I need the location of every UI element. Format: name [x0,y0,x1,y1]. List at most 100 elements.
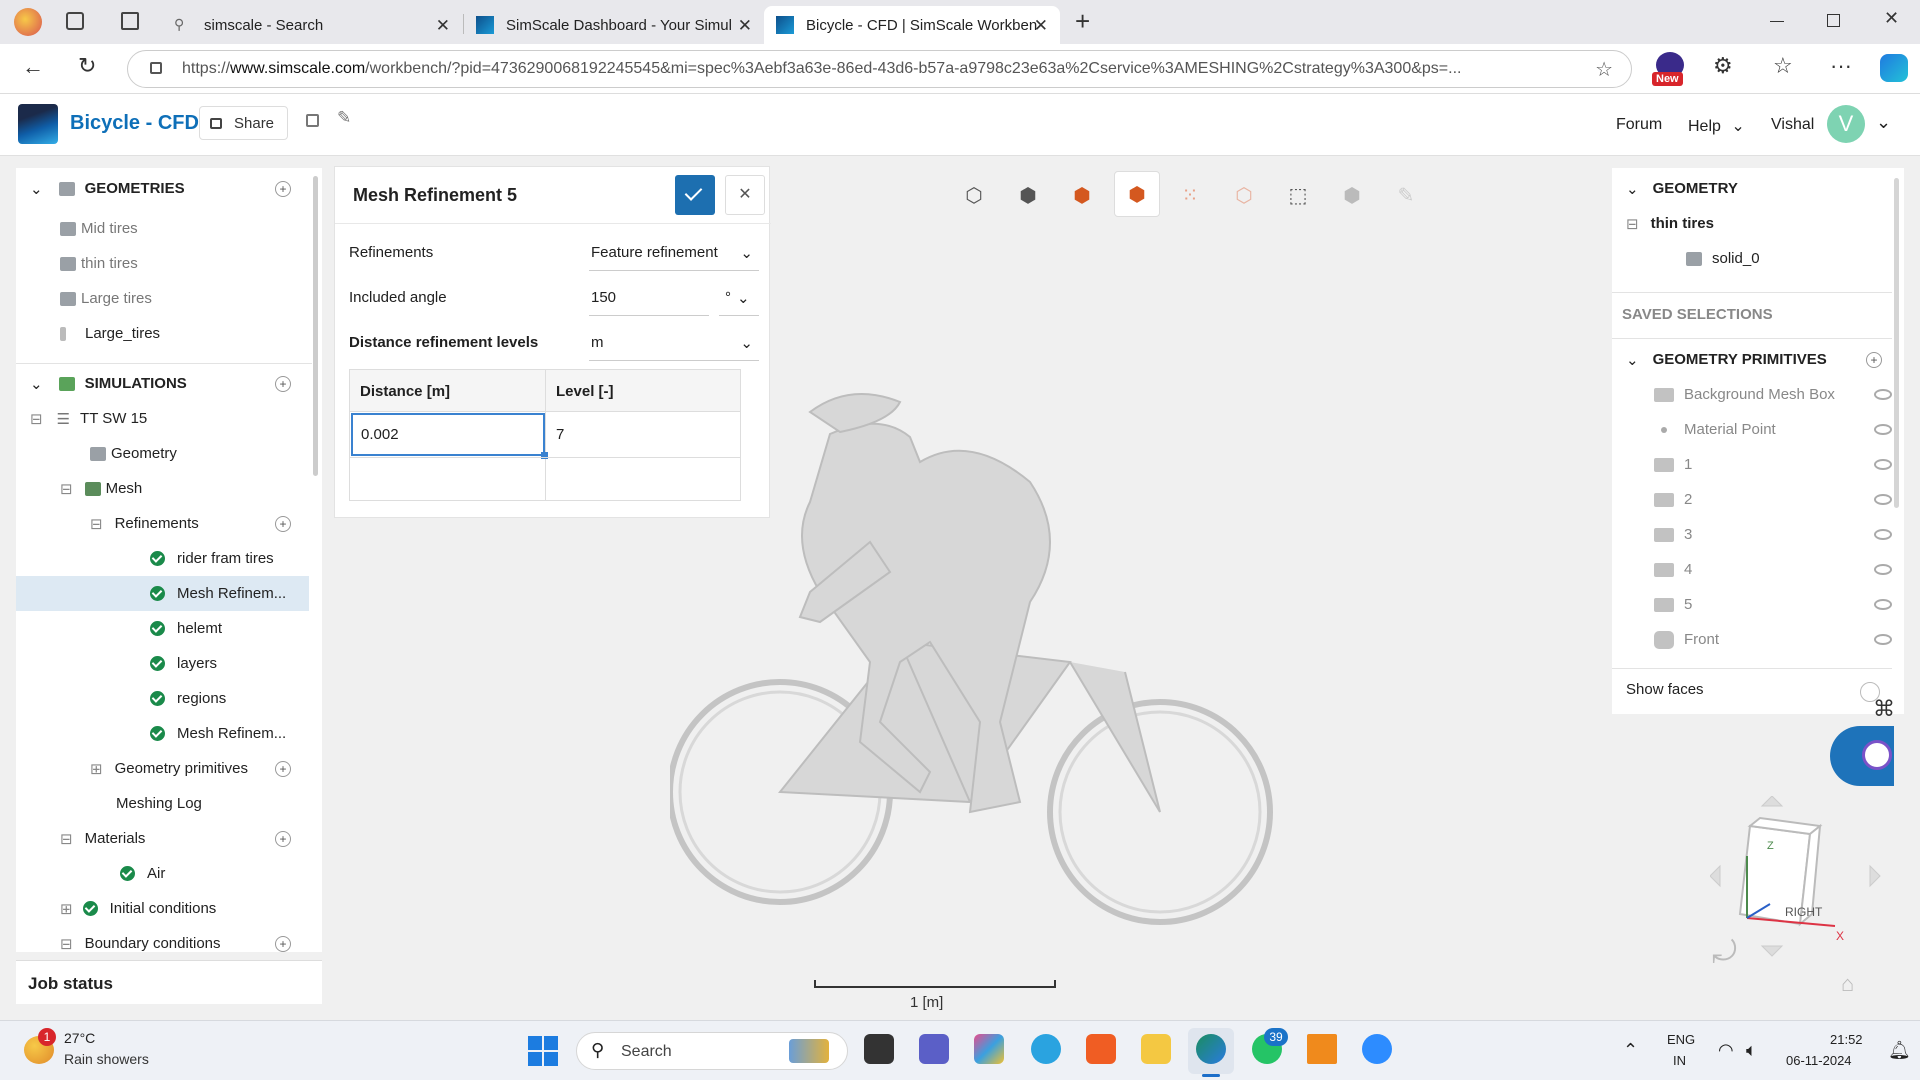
tree-item-mesh[interactable]: ⊟ Mesh [60,471,142,506]
tree-scrollbar[interactable] [313,176,318,476]
tree-item-boundary-conditions[interactable]: ⊟ Boundary conditions [60,926,221,952]
copilot-app-icon[interactable] [974,1034,1004,1064]
home-view-icon[interactable]: ⌂ [1841,971,1854,997]
tree-item-geometry[interactable]: Large tires [60,281,152,316]
minimize-icon[interactable] [1770,21,1784,22]
add-material-button[interactable]: + [275,831,291,847]
wireframe-view-icon[interactable]: ⬡ [1226,177,1262,213]
tree-item-material[interactable]: Air [120,856,165,891]
eye-icon[interactable] [1874,634,1892,645]
solid-edges-view-icon[interactable]: ⬢ [1064,177,1100,213]
help-menu[interactable]: Help ⌄ [1688,116,1745,136]
back-icon[interactable]: ← [22,54,44,80]
add-geometry-button[interactable]: + [275,181,291,197]
edit-pencil-icon[interactable]: ✎ [337,108,351,128]
browser-profile-icon[interactable] [14,8,42,36]
eye-icon[interactable] [1874,599,1892,610]
add-primitive-button[interactable]: + [1866,352,1882,368]
primitive-item[interactable]: Front [1654,622,1894,657]
primitive-item[interactable]: Material Point [1654,412,1894,447]
clock-date[interactable]: 06-11-2024 [1786,1053,1852,1068]
tab-workbench[interactable]: Bicycle - CFD | SimScale Workben ✕ [764,6,1060,44]
close-tab-icon[interactable]: ✕ [436,16,450,36]
geometry-header[interactable]: ⌄ GEOMETRY [1626,171,1738,206]
copilot-icon[interactable] [1880,54,1908,82]
confirm-button[interactable] [675,175,715,215]
url-field[interactable]: https://www.simscale.com/workbench/?pid=… [127,50,1632,88]
wifi-icon[interactable]: ◠ [1718,1040,1734,1061]
primitive-item[interactable]: Background Mesh Box [1654,377,1894,412]
telegram-icon[interactable] [1031,1034,1061,1064]
copy-link-icon[interactable] [306,114,319,127]
panel-scrollbar[interactable] [1894,178,1899,508]
show-hidden-icons[interactable]: ⌃ [1623,1040,1638,1061]
geometry-item[interactable]: ⊟ thin tires [1626,206,1714,241]
forum-link[interactable]: Forum [1616,116,1662,134]
distance-unit-select[interactable]: m ⌄ [589,325,759,361]
primitive-item[interactable]: 5 [1654,587,1894,622]
edge-icon[interactable] [1196,1034,1226,1064]
primitive-item[interactable]: 4 [1654,552,1894,587]
new-tab-icon[interactable]: + [1075,6,1090,37]
clock-time[interactable]: 21:52 [1830,1032,1863,1047]
close-window-icon[interactable]: ✕ [1884,8,1899,29]
solid-view-icon[interactable]: ⬢ [1010,177,1046,213]
add-simulation-button[interactable]: + [275,376,291,392]
project-title[interactable]: Bicycle - CFD [70,112,199,135]
start-button[interactable] [528,1036,558,1066]
volume-icon[interactable]: 🔈︎ [1746,1040,1757,1061]
tree-item-geometry[interactable]: Mid tires [60,211,138,246]
tab-search[interactable]: ⚲ simscale - Search ✕ [162,6,462,44]
tab-actions-icon[interactable] [121,12,139,30]
more-icon[interactable]: ··· [1830,53,1852,79]
primitive-item[interactable]: 2 [1654,482,1894,517]
region-label[interactable]: IN [1673,1053,1686,1068]
tree-item-meshing-log[interactable]: Meshing Log [116,786,202,821]
brave-icon[interactable] [1086,1034,1116,1064]
apps-grid-icon[interactable]: ⌘ [1873,696,1895,722]
geometries-header[interactable]: ⌄ GEOMETRIES [30,171,185,206]
section-icon[interactable]: ⬢ [1334,177,1370,213]
tree-item-refinement-selected[interactable]: Mesh Refinem... [150,576,286,611]
eye-icon[interactable] [1874,424,1892,435]
reload-icon[interactable]: ↻ [78,53,96,79]
tab-dashboard[interactable]: SimScale Dashboard - Your Simul ✕ [464,6,764,44]
tree-item-geometry[interactable]: Geometry [90,436,177,471]
eye-icon[interactable] [1874,564,1892,575]
favorite-star-icon[interactable]: ☆ [1595,57,1613,82]
close-button[interactable]: ✕ [725,175,765,215]
close-tab-icon[interactable]: ✕ [1034,16,1048,36]
primitive-item[interactable]: 1 [1654,447,1894,482]
add-refinement-button[interactable]: + [275,516,291,532]
eye-icon[interactable] [1874,389,1892,400]
favorites-icon[interactable]: ☆ [1773,53,1793,79]
primitives-header[interactable]: ⌄ GEOMETRY PRIMITIVES [1626,342,1827,377]
tree-item-geometry[interactable]: thin tires [60,246,138,281]
box-select-icon[interactable]: ⬚ [1280,177,1316,213]
tree-item-refinement[interactable]: regions [150,681,226,716]
zoom-icon[interactable] [1362,1034,1392,1064]
tree-item-refinement[interactable]: rider fram tires [150,541,274,576]
avatar[interactable]: V [1827,105,1865,143]
eye-icon[interactable] [1874,529,1892,540]
job-status-panel[interactable]: Job status [16,960,322,1004]
taskbar-search-box[interactable]: ⚲ Search [576,1032,848,1070]
vlc-icon[interactable] [1307,1034,1337,1064]
measure-icon[interactable]: ✎ [1388,177,1424,213]
points-view-icon[interactable]: ⁙ [1172,177,1208,213]
chevron-down-icon[interactable]: ⌄ [1876,112,1891,133]
language-label[interactable]: ENG [1667,1032,1695,1047]
maximize-icon[interactable] [1827,14,1840,27]
level-cell-input[interactable]: 7 [556,413,736,456]
notification-bell-icon[interactable]: 🔔︎ [1888,1040,1911,1061]
tree-item-geometry-primitives[interactable]: ⊞ Geometry primitives [90,751,248,786]
share-button[interactable]: Share [199,106,288,140]
eye-icon[interactable] [1874,459,1892,470]
saved-selections-header[interactable]: SAVED SELECTIONS [1622,297,1773,332]
chat-support-button[interactable] [1830,726,1894,786]
tree-item-refinements[interactable]: ⊟ Refinements [90,506,199,541]
extensions-icon[interactable]: ⚙ [1713,53,1733,79]
add-primitive-button[interactable]: + [275,761,291,777]
workspaces-icon[interactable] [66,12,84,30]
add-boundary-button[interactable]: + [275,936,291,952]
